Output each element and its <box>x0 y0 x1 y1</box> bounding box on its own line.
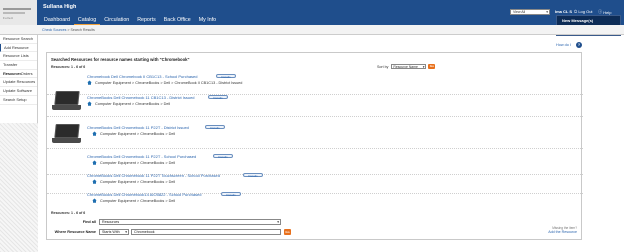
sort-go-button[interactable]: Go <box>428 64 436 69</box>
breadcrumb: Check Sources > Search Results <box>42 28 95 32</box>
destiny-logo[interactable]: Follett <box>0 0 37 25</box>
sort-by-control: Sort by Resource Name ▾ Go <box>377 64 436 69</box>
sort-select-value: Resource Name <box>393 65 418 69</box>
breadcrumb-current: Search Results <box>70 28 95 32</box>
add-resource-link[interactable]: Add the Resource <box>529 230 577 234</box>
details-button[interactable]: Details <box>216 73 236 78</box>
find-all-select[interactable]: Resources ▾ <box>99 219 281 225</box>
resource-type-icon <box>92 179 97 184</box>
tab-reports[interactable]: Reports <box>133 16 160 25</box>
find-all-value: Resources <box>102 220 120 224</box>
result-path: Computer Equipment > ChromeBooks > Dell <box>100 179 176 184</box>
search-results-panel: Searched Resources for resource names st… <box>46 52 583 240</box>
resource-type-icon <box>92 160 97 165</box>
result-row: ChromeBooks Dell Chromebook 11 CB1C13 - … <box>47 89 583 117</box>
details-button[interactable]: Details <box>208 94 228 99</box>
logout-link[interactable]: ⏻ Log Out <box>574 9 593 14</box>
breadcrumb-bar: Check Sources > Search Results <box>0 25 624 35</box>
logo-stripe-2 <box>3 12 25 14</box>
result-row: ChromeBooks Dell Chromebook 11 P22T - Di… <box>47 119 583 149</box>
sidebar-item-search-setup[interactable]: Search Setup <box>0 96 37 105</box>
chevron-down-icon: ▾ <box>125 230 127 235</box>
details-button[interactable]: Details <box>243 172 263 177</box>
view-select-value: View All <box>513 10 526 14</box>
sidebar-item-update-resources[interactable]: Update Resources <box>0 78 37 88</box>
operator-select[interactable]: Starts With ▾ <box>99 229 129 235</box>
laptop-screen <box>54 124 80 138</box>
sidebar-item-add-resource[interactable]: Add Resource <box>0 43 37 53</box>
tab-dashboard[interactable]: Dashboard <box>40 16 74 25</box>
results-count-bottom: Resources: 1 - 6 of 6 <box>51 211 86 215</box>
laptop-base <box>52 138 81 143</box>
laptop-screen <box>54 91 80 105</box>
help-icon[interactable]: ? <box>576 42 582 48</box>
result-path: Computer Equipment > ChromeBooks > Dell <box>100 131 176 136</box>
top-header: Follett Sullana High Dashboard Catalog C… <box>0 0 624 25</box>
sidebar-item-transfer-resources[interactable]: Transfer Resources <box>0 61 37 76</box>
result-title-link[interactable]: ChromeBooks Dell Chromebook 11 P22T - Sc… <box>87 154 196 159</box>
details-button[interactable]: Details <box>213 153 233 158</box>
tab-back-office[interactable]: Back Office <box>160 16 195 25</box>
details-button[interactable]: Details <box>205 124 225 129</box>
tab-my-info[interactable]: My Info <box>195 16 220 25</box>
user-name[interactable]: Ima CL S <box>555 9 572 14</box>
sidebar-item-resource-search[interactable]: Resource Search <box>0 35 37 44</box>
result-title-link[interactable]: ChromeBooks Dell Chromebook 11 CB1C13 - … <box>87 95 195 100</box>
find-all-row: Find all Resources ▾ <box>51 219 281 225</box>
resource-type-icon <box>92 198 97 203</box>
find-all-label: Find all <box>82 219 96 224</box>
logout-label: Log Out <box>578 9 593 14</box>
result-title-link[interactable]: Chromebook Dell Chromebook II CB1C13 - S… <box>87 74 198 79</box>
result-path: Computer Equipment > ChromeBooks > Dell … <box>95 80 243 85</box>
result-title-link[interactable]: ChromeBooks Dell Chromebook 11 P22T Touc… <box>87 173 220 178</box>
result-path: Computer Equipment > ChromeBooks > Dell <box>100 198 176 203</box>
result-path: Computer Equipment > ChromeBooks > Dell <box>100 160 176 165</box>
where-label: Where Resource Name <box>54 230 96 234</box>
operator-value: Starts With <box>102 230 120 235</box>
sidebar-filler <box>0 123 38 252</box>
where-row: Where Resource Name Starts With ▾ Chrome… <box>51 229 291 235</box>
result-title-link[interactable]: ChromeBooks Dell Chromebook 11 P22T - Di… <box>87 125 189 130</box>
resource-type-icon <box>87 101 92 106</box>
laptop-thumbnail[interactable] <box>51 124 81 144</box>
search-term-input[interactable]: Chromebook <box>131 229 281 235</box>
sidebar-item-resource-orders[interactable]: Resource Orders <box>0 70 37 79</box>
laptop-base <box>52 105 81 110</box>
breadcrumb-parent[interactable]: Check Sources <box>42 28 66 32</box>
resource-type-icon <box>92 131 97 136</box>
result-title-link[interactable]: ChromeBooks Dell Chromebook14 AIO5822 - … <box>87 192 202 197</box>
logo-text: Follett <box>3 16 14 20</box>
sidebar-item-update-software[interactable]: Update Software <box>0 87 37 96</box>
main-nav: Dashboard Catalog Circulation Reports Ba… <box>40 16 220 25</box>
sort-by-label: Sort by <box>377 64 389 69</box>
tab-catalog[interactable]: Catalog <box>73 16 101 25</box>
sidebar: Resource Search Add Resource Resource Li… <box>0 35 38 252</box>
logo-stripe-1 <box>3 8 31 10</box>
details-button[interactable]: Details <box>221 191 241 196</box>
chevron-down-icon: ▾ <box>422 65 425 69</box>
menu-item-new-messages[interactable]: New Message(s) <box>557 16 620 25</box>
how-do-i-link[interactable]: How do I <box>556 43 571 47</box>
school-name: Sullana High <box>43 4 77 10</box>
result-path: Computer Equipment > ChromeBooks > Dell <box>95 101 171 106</box>
result-row: ChromeBooks Dell Chromebook14 AIO5822 - … <box>47 189 583 213</box>
chevron-down-icon: ▾ <box>277 220 279 224</box>
sort-select[interactable]: Resource Name ▾ <box>391 64 427 69</box>
tab-circulation[interactable]: Circulation <box>100 16 133 25</box>
resource-type-icon <box>87 80 92 85</box>
search-go-button[interactable]: Go <box>284 229 291 235</box>
chevron-down-icon: ▾ <box>546 10 548 14</box>
logout-icon: ⏻ <box>574 9 578 14</box>
sidebar-item-resource-lists[interactable]: Resource Lists <box>0 52 37 62</box>
help-label: Help <box>603 9 612 15</box>
view-select[interactable]: View All ▾ <box>510 9 550 15</box>
results-count-top: Resources: 1 - 6 of 6 <box>51 65 86 69</box>
results-heading: Searched Resources for resource names st… <box>51 57 190 62</box>
laptop-thumbnail[interactable] <box>51 91 81 111</box>
